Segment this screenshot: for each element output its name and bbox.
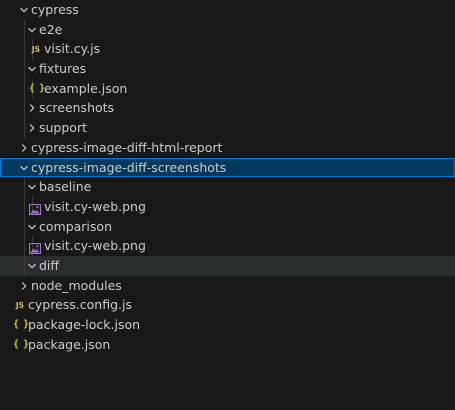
folder-row-cypress-image-diff-screenshots[interactable]: cypress-image-diff-screenshots	[0, 157, 455, 178]
json-file-icon: { }	[29, 82, 45, 94]
file-label: package-lock.json	[28, 317, 141, 332]
indent-guide	[24, 236, 25, 256]
chevron-right-icon[interactable]	[19, 143, 29, 153]
file-row-package-json[interactable]: { } package.json	[0, 335, 455, 355]
indent-guide	[24, 216, 25, 237]
folder-label: screenshots	[39, 100, 115, 116]
indent-guide	[24, 118, 25, 138]
file-label: cypress.config.js	[28, 297, 132, 313]
indent-guide	[24, 78, 25, 99]
image-file-icon	[28, 240, 42, 255]
indent-guide	[24, 59, 25, 79]
folder-row-baseline[interactable]: baseline	[0, 177, 455, 197]
image-file-icon	[28, 201, 42, 215]
file-label: visit.cy-web.png	[44, 238, 146, 254]
chevron-down-icon[interactable]	[19, 163, 29, 173]
js-file-icon: JS	[31, 45, 41, 55]
file-row-visit-cy-web-png[interactable]: visit.cy-web.png	[0, 236, 455, 256]
file-label: example.json	[44, 80, 128, 96]
folder-label: node_modules	[31, 277, 122, 293]
file-tree: cypress e2e JS visit.cy.js fixtures{ } exampl…	[0, 0, 455, 354]
chevron-down-icon[interactable]	[27, 222, 37, 232]
folder-row-diff[interactable]: diff	[0, 255, 455, 276]
folder-label: cypress-image-diff-html-report	[31, 139, 223, 155]
folder-label: support	[39, 120, 87, 136]
folder-label: comparison	[39, 218, 112, 234]
chevron-right-icon[interactable]	[27, 103, 37, 113]
chevron-right-icon[interactable]	[27, 123, 37, 133]
folder-row-comparison[interactable]: comparison	[0, 216, 455, 237]
indent-guide	[24, 19, 25, 40]
indent-guide	[24, 177, 25, 197]
file-row-visit-cy-js[interactable]: JS visit.cy.js	[0, 39, 455, 60]
file-row-package-lock-json[interactable]: { } package-lock.json	[0, 315, 455, 335]
file-label: visit.cy.js	[44, 41, 101, 57]
chevron-right-icon[interactable]	[19, 281, 29, 291]
chevron-down-icon[interactable]	[27, 261, 37, 271]
file-row-visit-cy-web-png[interactable]: visit.cy-web.png	[0, 196, 455, 217]
file-label: package.json	[28, 336, 111, 352]
folder-label: cypress-image-diff-screenshots	[31, 159, 227, 175]
js-file-icon: JS	[15, 301, 25, 311]
file-explorer: cypress e2e JS visit.cy.js fixtures{ } exampl…	[0, 0, 455, 410]
file-row-cypress-config-js[interactable]: JS cypress.config.js	[0, 295, 455, 315]
folder-label: fixtures	[39, 61, 87, 77]
folder-row-cypress-image-diff-html-report[interactable]: cypress-image-diff-html-report	[0, 138, 455, 158]
folder-row-fixtures[interactable]: fixtures	[0, 59, 455, 79]
indent-guide	[24, 255, 25, 276]
json-file-icon: { }	[13, 338, 29, 350]
chevron-down-icon[interactable]	[27, 64, 37, 74]
folder-label: cypress	[31, 2, 79, 17]
chevron-down-icon[interactable]	[27, 182, 37, 192]
folder-row-screenshots[interactable]: screenshots	[0, 98, 455, 119]
file-row-example-json[interactable]: { } example.json	[0, 78, 455, 99]
json-file-icon: { }	[13, 319, 29, 330]
chevron-down-icon[interactable]	[19, 5, 29, 15]
folder-label: baseline	[39, 179, 92, 195]
folder-label: e2e	[39, 21, 63, 37]
indent-guide	[24, 196, 25, 217]
file-label: visit.cy-web.png	[44, 198, 146, 214]
folder-row-node-modules[interactable]: node_modules	[0, 276, 455, 296]
indent-guide	[24, 98, 25, 119]
folder-row-support[interactable]: support	[0, 118, 455, 138]
chevron-down-icon[interactable]	[27, 25, 37, 35]
folder-row-cypress[interactable]: cypress	[0, 0, 455, 20]
folder-row-e2e[interactable]: e2e	[0, 19, 455, 40]
indent-guide	[24, 39, 25, 60]
folder-label: diff	[39, 257, 60, 273]
